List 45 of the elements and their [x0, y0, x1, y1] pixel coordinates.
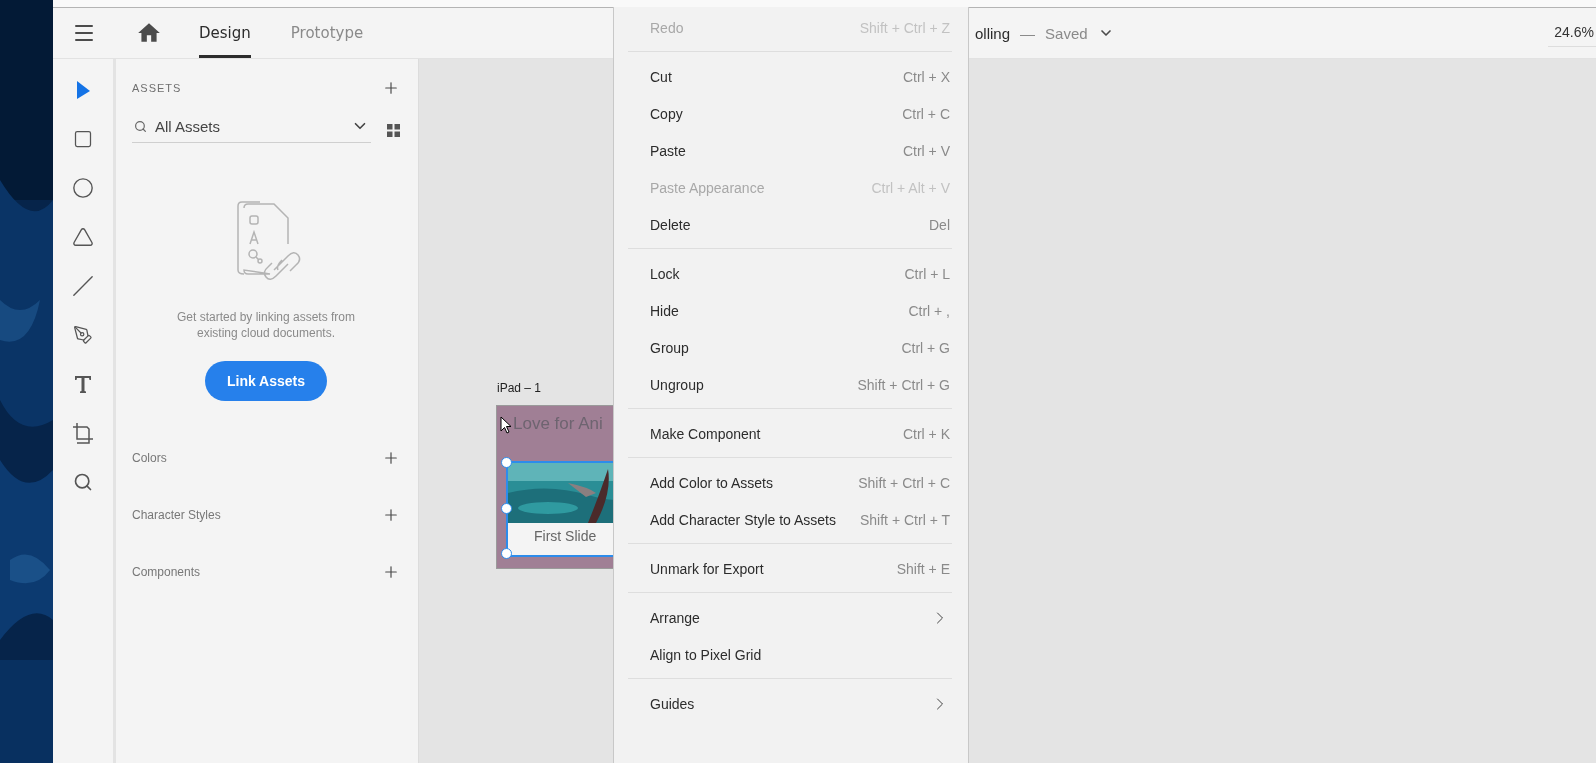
- title-separator: —: [1020, 24, 1036, 42]
- tab[interactable]: Design: [199, 8, 251, 58]
- menu-item[interactable]: Add Color to Assets Shift + Ctrl + C: [628, 464, 952, 501]
- save-status: Saved: [1045, 24, 1088, 42]
- menu-item[interactable]: Delete Del: [628, 206, 952, 243]
- zoom-field[interactable]: 24.6%: [1548, 19, 1596, 47]
- plus-icon[interactable]: [382, 506, 400, 524]
- menu-item[interactable]: Copy Ctrl + C: [628, 95, 952, 132]
- slide-card[interactable]: First Slide: [506, 461, 615, 557]
- menu-item[interactable]: Unmark for Export Shift + E: [628, 550, 952, 587]
- link-assets-button[interactable]: Link Assets: [204, 361, 328, 401]
- search-icon: [134, 119, 147, 133]
- line-icon[interactable]: [71, 274, 95, 298]
- section-label: Character Styles: [132, 508, 221, 522]
- artboard-icon[interactable]: [71, 421, 95, 445]
- pen-icon[interactable]: [71, 323, 95, 347]
- menu-item[interactable]: Guides: [628, 685, 952, 722]
- menu-item[interactable]: Cut Ctrl + X: [628, 58, 952, 95]
- panel-heading: ASSETS: [132, 82, 182, 94]
- selection-handle[interactable]: [501, 503, 512, 514]
- grid-view-icon[interactable]: [387, 123, 400, 137]
- plus-icon[interactable]: [382, 449, 400, 467]
- artboard-label: iPad – 1: [497, 381, 542, 395]
- section-label: Components: [132, 565, 201, 579]
- selection-handle[interactable]: [501, 548, 512, 559]
- plus-icon[interactable]: [382, 563, 400, 581]
- section-label: Colors: [132, 451, 167, 465]
- mouse-cursor-icon: [500, 416, 512, 434]
- menu-item[interactable]: Ungroup Shift + Ctrl + G: [628, 366, 952, 403]
- assets-filter-dropdown[interactable]: All Assets: [132, 117, 371, 143]
- document-title: olling: [975, 24, 1011, 42]
- ellipse-icon[interactable]: [71, 176, 95, 200]
- menu-item[interactable]: Lock Ctrl + L: [628, 255, 952, 292]
- triangle-icon[interactable]: [71, 225, 95, 249]
- menu-item[interactable]: Arrange: [628, 599, 952, 636]
- menu-item[interactable]: Make Component Ctrl + K: [628, 415, 952, 452]
- menu-item[interactable]: Add Character Style to Assets Shift + Ctrl + T: [628, 501, 952, 538]
- menu-item[interactable]: Group Ctrl + G: [628, 329, 952, 366]
- menu-item[interactable]: Paste Ctrl + V: [628, 132, 952, 169]
- slide-caption: First Slide: [534, 528, 597, 544]
- menu-item[interactable]: Align to Pixel Grid: [628, 636, 952, 673]
- empty-state-message: Get started by linking assets from existing cloud documents.: [175, 309, 357, 341]
- plus-icon[interactable]: [382, 79, 400, 97]
- menu-item[interactable]: Hide Ctrl + ,: [628, 292, 952, 329]
- selection-handle[interactable]: [501, 457, 512, 468]
